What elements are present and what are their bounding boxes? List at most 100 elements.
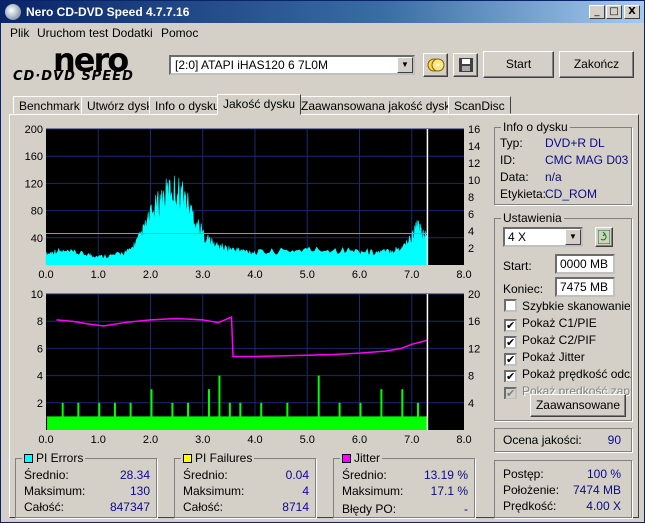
jitter-max-label: Maksimum: bbox=[342, 484, 404, 498]
tab-disc-quality[interactable]: Jakość dysku bbox=[217, 94, 302, 115]
speed-label: Prędkość: bbox=[503, 499, 557, 513]
pi-failures-spike bbox=[286, 402, 289, 430]
show-jitter-label: Pokaż Jitter bbox=[522, 350, 585, 364]
settings-title: Ustawienia bbox=[501, 211, 564, 225]
pi-failures-title-text: PI Failures bbox=[195, 451, 253, 465]
check-icon[interactable]: ✔ bbox=[504, 353, 517, 366]
quality-score-box: Ocena jakości: 90 bbox=[494, 428, 632, 452]
tab-scandisc[interactable]: ScanDisc bbox=[448, 96, 511, 114]
tab-create-disc[interactable]: Utwórz dysk bbox=[81, 96, 159, 114]
menu-plik[interactable]: Plik bbox=[10, 26, 29, 40]
x-tick-label: 4.0 bbox=[247, 434, 262, 446]
jitter-swatch bbox=[342, 454, 351, 463]
position-label: Położenie: bbox=[503, 483, 560, 497]
logo-cd-dvd-speed-text: CD·DVD SPEED bbox=[13, 69, 134, 84]
end-mb-input[interactable]: 7475 MB bbox=[555, 277, 615, 297]
x-tick-label: 2.0 bbox=[143, 269, 158, 281]
position-value: 7474 MB bbox=[572, 483, 621, 497]
pi-failures-spike bbox=[228, 402, 231, 430]
pi-failures-spike bbox=[171, 402, 174, 430]
jitter-avg-value: 13.19 % bbox=[423, 468, 468, 482]
end-label: Koniec: bbox=[503, 282, 544, 296]
start-button[interactable]: Start bbox=[483, 51, 554, 78]
x-tick-label: 2.0 bbox=[143, 434, 158, 446]
disc-id-value: CMC MAG D03 bbox=[545, 153, 629, 167]
refresh-icon bbox=[597, 229, 611, 245]
menu-dodatki[interactable]: Dodatki bbox=[112, 26, 153, 40]
pi-failures-spike bbox=[187, 402, 190, 430]
y-left-tick-label: 2 bbox=[37, 398, 43, 410]
title-bar[interactable]: Nero CD-DVD Speed 4.7.7.16 _ □ X bbox=[1, 1, 644, 23]
x-tick-label: 8.0 bbox=[456, 434, 471, 446]
pi-failures-title: PI Failures bbox=[181, 451, 255, 465]
floppy-icon bbox=[458, 58, 473, 72]
jitter-max-value: 17.1 % bbox=[430, 484, 468, 498]
exit-button[interactable]: Zakończ bbox=[559, 51, 634, 78]
minimize-button[interactable]: _ bbox=[589, 5, 605, 19]
y-right-tick-label: 4 bbox=[468, 226, 474, 238]
po-errors-label: Błędy PO: bbox=[342, 502, 397, 516]
checkbox-box[interactable] bbox=[504, 299, 517, 312]
tab-disc-info[interactable]: Info o dysku bbox=[149, 96, 226, 114]
speed-select-value: 4 X bbox=[508, 230, 527, 244]
drive-select[interactable]: [2:0] ATAPI iHAS120 6 7L0M ▼ bbox=[169, 55, 415, 75]
jitter-title: Jitter bbox=[340, 451, 383, 465]
pi-failures-spike bbox=[207, 389, 210, 430]
pi-failures-avg-label: Średnio: bbox=[183, 468, 228, 482]
y-left-tick-label: 200 bbox=[25, 124, 43, 136]
quick-scan-checkbox[interactable]: Szybkie skanowanie bbox=[504, 299, 631, 314]
pi-errors-total-value: 847347 bbox=[109, 500, 150, 514]
check-icon[interactable]: ✔ bbox=[504, 319, 517, 332]
pi-failures-stats: PI Failures Średnio: 0.04 Maksimum: 4 Ca… bbox=[174, 451, 316, 518]
x-tick-label: 6.0 bbox=[352, 434, 367, 446]
nero-logo: nero CD·DVD SPEED bbox=[13, 41, 163, 87]
app-icon bbox=[5, 4, 21, 20]
y-right-tick-label: 16 bbox=[468, 316, 480, 328]
speed-select[interactable]: 4 X ▼ bbox=[503, 227, 583, 247]
show-c2-pif-checkbox[interactable]: ✔ Pokaż C2/PIF bbox=[504, 333, 596, 349]
jitter-avg-label: Średnio: bbox=[342, 468, 387, 482]
tab-advanced-disc-quality[interactable]: Zaawansowana jakość dysku bbox=[295, 96, 464, 114]
y-right-tick-label: 20 bbox=[468, 289, 480, 301]
disc-label-label: Etykieta: bbox=[500, 187, 547, 201]
chevron-down-icon[interactable]: ▼ bbox=[397, 57, 413, 73]
pi-failures-spike bbox=[260, 402, 263, 430]
advanced-button[interactable]: Zaawansowane bbox=[530, 394, 626, 417]
pi-failures-spike bbox=[380, 389, 383, 430]
menu-pomoc[interactable]: Pomoc bbox=[161, 26, 198, 40]
menu-bar: Plik Uruchom test Dodatki Pomoc bbox=[1, 23, 644, 43]
tab-benchmark[interactable]: Benchmark bbox=[13, 96, 86, 114]
show-c1-pie-checkbox[interactable]: ✔ Pokaż C1/PIE bbox=[504, 316, 597, 332]
show-read-speed-checkbox[interactable]: ✔ Pokaż prędkość odczytu bbox=[504, 367, 631, 382]
start-mb-input[interactable]: 0000 MB bbox=[555, 254, 615, 274]
x-tick-label: 4.0 bbox=[247, 269, 262, 281]
chevron-down-icon[interactable]: ▼ bbox=[565, 229, 581, 245]
progress-value: 100 % bbox=[586, 467, 621, 481]
jitter-stats: Jitter Średnio: 13.19 % Maksimum: 17.1 %… bbox=[333, 451, 475, 518]
close-button[interactable]: X bbox=[624, 5, 640, 19]
show-jitter-checkbox[interactable]: ✔ Pokaż Jitter bbox=[504, 350, 585, 366]
check-icon: ✔ bbox=[504, 387, 517, 399]
progress-stats: Postęp: 100 % Położenie: 7474 MB Prędkoś… bbox=[494, 460, 632, 518]
pi-failures-spike bbox=[150, 389, 153, 430]
check-icon[interactable]: ✔ bbox=[504, 336, 517, 349]
x-tick-label: 0.0 bbox=[38, 269, 53, 281]
pi-failures-jitter-chart-svg: 0.0 1.0 2.0 3.0 4.0 5.0 6.0 7.0 8.0 10 8 6 4 2 20 16 12 8… bbox=[31, 289, 481, 446]
save-button[interactable] bbox=[453, 53, 478, 77]
y-left-tick-label: 6 bbox=[37, 343, 43, 355]
x-tick-label: 8.0 bbox=[456, 269, 471, 281]
y-left-tick-label: 10 bbox=[31, 289, 43, 301]
menu-uruchom-test[interactable]: Uruchom test bbox=[37, 26, 108, 40]
pi-failures-spike bbox=[129, 402, 132, 430]
maximize-button[interactable]: □ bbox=[606, 5, 622, 19]
disc-info-button[interactable] bbox=[423, 53, 448, 77]
drive-select-value: [2:0] ATAPI iHAS120 6 7L0M bbox=[175, 58, 328, 72]
refresh-speed-button[interactable] bbox=[595, 227, 613, 247]
pi-errors-avg-value: 28.34 bbox=[119, 468, 150, 482]
y-right-tick-label: 16 bbox=[468, 124, 480, 136]
pi-failures-max-label: Maksimum: bbox=[183, 484, 245, 498]
pi-errors-title: PI Errors bbox=[22, 451, 86, 465]
check-icon[interactable]: ✔ bbox=[504, 370, 517, 382]
disc-info-group: Info o dysku Typ: DVD+R DL ID: CMC MAG D… bbox=[494, 120, 632, 205]
pi-errors-chart-svg: 0.0 1.0 2.0 3.0 4.0 5.0 6.0 7.0 8.0 200 160 120 80 40… bbox=[25, 124, 481, 281]
